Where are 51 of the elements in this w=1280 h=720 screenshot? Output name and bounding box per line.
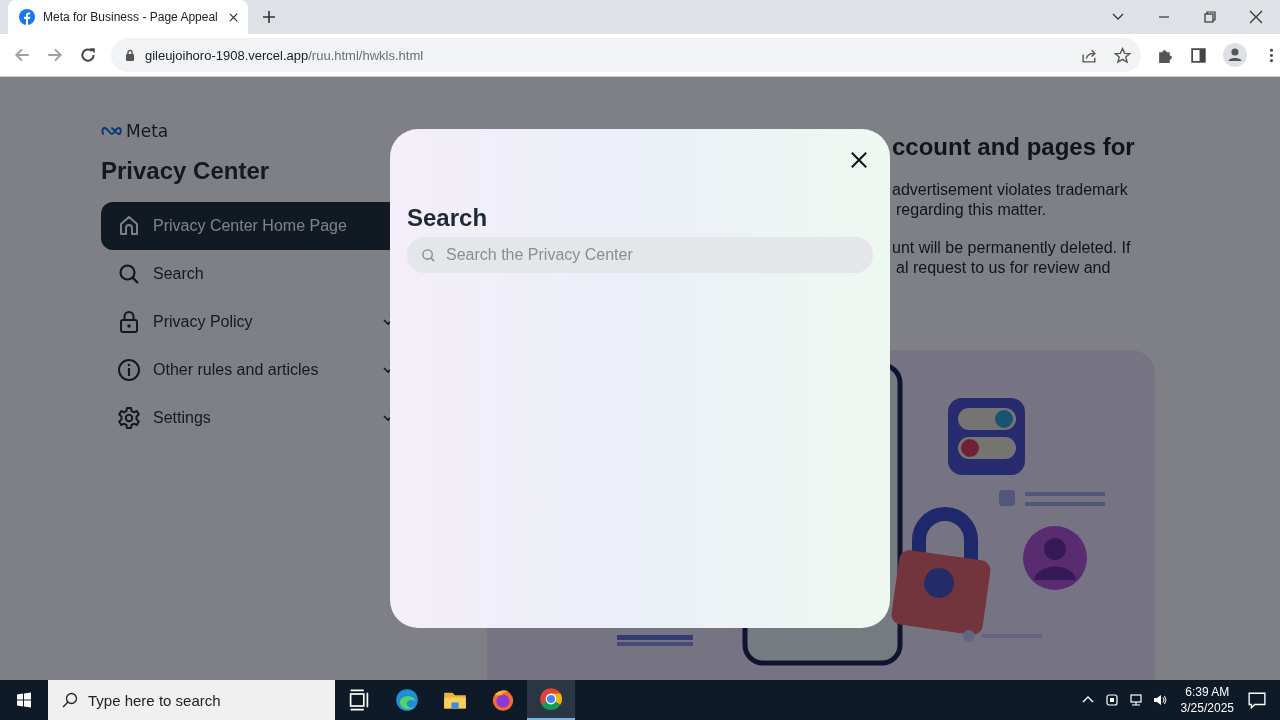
clock-time: 6:39 AM [1185,684,1230,700]
address-bar[interactable]: gileujoihoro-1908.vercel.app/ruu.html/hwkls.html [110,38,1142,72]
restore-icon[interactable] [1203,10,1217,24]
edge-icon [395,688,419,712]
firefox-icon [491,688,515,712]
notification-icon[interactable] [1248,691,1266,709]
sidebar-heading: Privacy Center [101,157,271,186]
url-text: gileujoihoro-1908.vercel.app/ruu.html/hwkls.html [144,47,424,63]
home-icon [117,214,141,238]
lock-icon [124,49,135,61]
clock-date: 3/25/2025 [1180,700,1234,716]
paragraph-line: unt will be permanently deleted. If [892,238,1132,258]
star-icon[interactable] [1114,46,1132,64]
infinity-icon [101,125,123,137]
close-icon[interactable] [850,151,868,169]
sidebar-item[interactable]: Other rules and articles [101,346,401,394]
side-panel-icon[interactable] [1190,46,1208,64]
back-icon[interactable] [13,46,31,64]
profile-icon[interactable] [1223,43,1248,67]
info-icon [117,358,141,382]
sidebar-item[interactable]: Privacy Policy [101,298,401,346]
facebook-icon [19,9,35,25]
page-title: ccount and pages for [892,133,1136,161]
paragraph-line: advertisement violates trademark [892,180,1129,200]
search-icon [117,262,141,286]
sidebar-item[interactable]: Settings [101,394,401,442]
dialog-title: Search [407,204,489,232]
paragraph-line: regarding this matter. [896,200,1048,220]
speaker-icon[interactable] [1152,693,1167,707]
sidebar-item[interactable]: Search [101,250,401,298]
taskbar-search-field[interactable]: Type here to search [48,680,335,720]
settings-icon [117,406,141,430]
chrome-icon [539,687,563,711]
taskbar-app[interactable] [527,680,575,720]
close-icon[interactable] [1249,10,1263,24]
task-view-icon [347,688,371,712]
device-icon[interactable] [1104,693,1119,707]
new-tab-icon[interactable] [262,10,276,24]
paragraph-line: al request to us for review and [896,258,1112,278]
tab-title: Meta for Business - Page Appeal [43,10,219,24]
search-field[interactable]: Search the Privacy Center [407,237,873,273]
windows-start-icon[interactable] [16,692,32,708]
logo-text: Meta [126,121,169,141]
network-icon[interactable] [1128,693,1143,707]
forward-icon[interactable] [45,46,64,64]
search-icon [62,692,78,708]
search-icon [421,248,436,263]
close-icon[interactable] [229,12,238,22]
browser-tab[interactable]: Meta for Business - Page Appeal [8,0,248,34]
reload-icon[interactable] [78,46,97,64]
lock-icon [117,310,141,334]
